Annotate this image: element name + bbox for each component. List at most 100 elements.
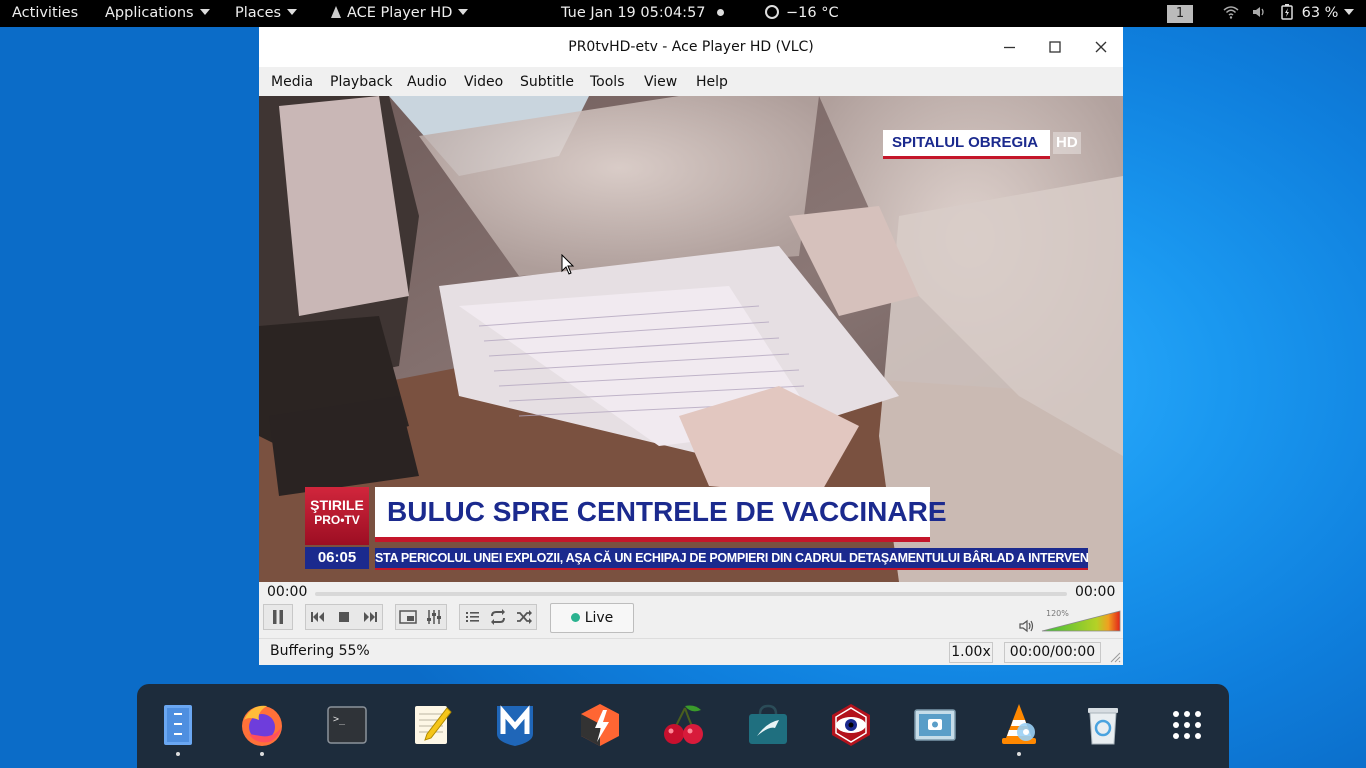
news-ticker: STA PERICOLUL UNEI EXPLOZII, AŞA CĂ UN E… (375, 548, 1088, 570)
cherrytree-icon[interactable] (661, 702, 707, 748)
headline-banner: BULUC SPRE CENTRELE DE VACCINARE (375, 487, 947, 542)
screenshot-icon[interactable] (912, 702, 958, 748)
clock[interactable]: Tue Jan 19 05:04:57 (561, 0, 706, 27)
shuffle-icon (517, 610, 532, 624)
applications-menu[interactable]: Applications (105, 0, 210, 27)
video-area[interactable]: SPITALUL OBREGIA HD ŞTIRILE PRO•TV 06:05… (259, 96, 1123, 582)
live-indicator-icon (570, 612, 580, 622)
location-tag-text: SPITALUL OBREGIA (892, 134, 1039, 151)
close-button[interactable] (1089, 35, 1113, 59)
buffering-status: Buffering 55% (270, 643, 370, 659)
battery-percentage: 63 % (1301, 5, 1339, 21)
window-title: PR0tvHD-etv - Ace Player HD (VLC) (568, 39, 814, 55)
software-store-icon[interactable] (745, 702, 791, 748)
chevron-down-icon (287, 9, 298, 15)
applications-label: Applications (105, 5, 194, 21)
activities-button[interactable]: Activities (12, 0, 78, 27)
maximize-button[interactable] (1043, 35, 1067, 59)
time-total: 00:00 (1075, 584, 1116, 600)
shuffle-button[interactable] (511, 604, 537, 630)
menu-bar: Media Playback Audio Video Subtitle Tool… (259, 67, 1123, 96)
previous-button[interactable] (305, 604, 331, 630)
stop-button[interactable] (331, 604, 357, 630)
weather-indicator[interactable]: −16 °C (765, 0, 839, 27)
menu-tools[interactable]: Tools (590, 74, 625, 90)
playback-controls: 00:00 00:00 Live 120% (259, 582, 1123, 638)
channel-logo: ŞTIRILE PRO•TV (305, 487, 369, 545)
notification-dot-icon (717, 0, 724, 27)
pause-button[interactable] (263, 604, 293, 630)
status-bar: Buffering 55% 1.00x 00:00/00:00 (259, 638, 1123, 665)
broadcast-time: 06:05 (305, 547, 369, 569)
running-indicator (1017, 752, 1021, 756)
app-grid-icon[interactable] (1164, 702, 1210, 748)
channel-logo-line1: ŞTIRILE (310, 497, 364, 513)
next-button[interactable] (357, 604, 383, 630)
minimize-button[interactable] (998, 35, 1022, 59)
weather-temperature: −16 °C (786, 5, 839, 21)
extended-settings-button[interactable] (421, 604, 447, 630)
terminal-icon[interactable]: >_ (324, 702, 370, 748)
zenmap-icon[interactable] (828, 702, 874, 748)
chevron-down-icon (458, 9, 469, 15)
burpsuite-icon[interactable] (577, 702, 623, 748)
metasploit-icon[interactable] (492, 702, 538, 748)
files-icon[interactable] (155, 702, 201, 748)
headline-text: BULUC SPRE CENTRELE DE VACCINARE (387, 496, 947, 527)
speaker-icon[interactable] (1018, 618, 1036, 634)
menu-audio[interactable]: Audio (407, 74, 447, 90)
loop-button[interactable] (485, 604, 511, 630)
running-indicator (260, 752, 264, 756)
running-indicator (176, 752, 180, 756)
mouse-cursor-icon (561, 254, 575, 275)
title-bar[interactable]: PR0tvHD-etv - Ace Player HD (VLC) (259, 27, 1123, 67)
menu-view[interactable]: View (644, 74, 677, 90)
app-menu[interactable]: ACE Player HD (331, 0, 469, 27)
battery-indicator[interactable]: 63 % (1281, 0, 1355, 27)
text-editor-icon[interactable] (409, 702, 455, 748)
fullscreen-button[interactable] (395, 604, 421, 630)
dock: >_ (137, 684, 1229, 768)
workspace-number: 1 (1167, 5, 1193, 23)
svg-text:>_: >_ (333, 714, 346, 725)
playback-speed[interactable]: 1.00x (949, 642, 993, 663)
chevron-down-icon (1344, 9, 1355, 15)
hd-tag-text: HD (1056, 134, 1078, 151)
places-label: Places (235, 5, 282, 21)
vlc-window: PR0tvHD-etv - Ace Player HD (VLC) Media … (259, 27, 1123, 665)
previous-icon (311, 612, 324, 622)
trash-icon[interactable] (1080, 702, 1126, 748)
weather-clear-icon (765, 4, 779, 19)
menu-media[interactable]: Media (271, 74, 313, 90)
menu-help[interactable]: Help (696, 74, 728, 90)
top-bar: Activities Applications Places ACE Playe… (0, 0, 1366, 27)
time-display[interactable]: 00:00/00:00 (1004, 642, 1101, 663)
volume-slider[interactable]: 120% (1041, 609, 1121, 632)
battery-icon (1281, 3, 1293, 20)
pause-icon (273, 610, 283, 624)
menu-video[interactable]: Video (464, 74, 503, 90)
menu-playback[interactable]: Playback (330, 74, 392, 90)
volume-icon[interactable] (1251, 0, 1267, 27)
places-menu[interactable]: Places (235, 0, 298, 27)
volume-label: 120% (1046, 609, 1069, 618)
live-label: Live (584, 610, 614, 626)
menu-subtitle[interactable]: Subtitle (520, 74, 574, 90)
network-wifi-icon[interactable] (1223, 0, 1239, 27)
loop-icon (491, 609, 505, 625)
seek-bar[interactable] (315, 592, 1067, 596)
chevron-down-icon (199, 9, 210, 15)
vlc-icon[interactable] (996, 702, 1042, 748)
firefox-icon[interactable] (239, 702, 285, 748)
ticker-text: STA PERICOLUL UNEI EXPLOZII, AŞA CĂ UN E… (375, 551, 1088, 565)
live-button[interactable]: Live (550, 603, 634, 633)
vlc-cone-icon (331, 5, 341, 18)
location-tag: SPITALUL OBREGIA (883, 130, 1051, 159)
resize-grip-icon[interactable] (1109, 651, 1121, 663)
workspace-indicator[interactable]: 1 (1167, 0, 1193, 27)
fullscreen-icon (399, 610, 417, 624)
playlist-icon (466, 612, 479, 622)
hd-tag: HD (1053, 132, 1081, 154)
playlist-button[interactable] (459, 604, 485, 630)
close-icon (1095, 41, 1107, 53)
